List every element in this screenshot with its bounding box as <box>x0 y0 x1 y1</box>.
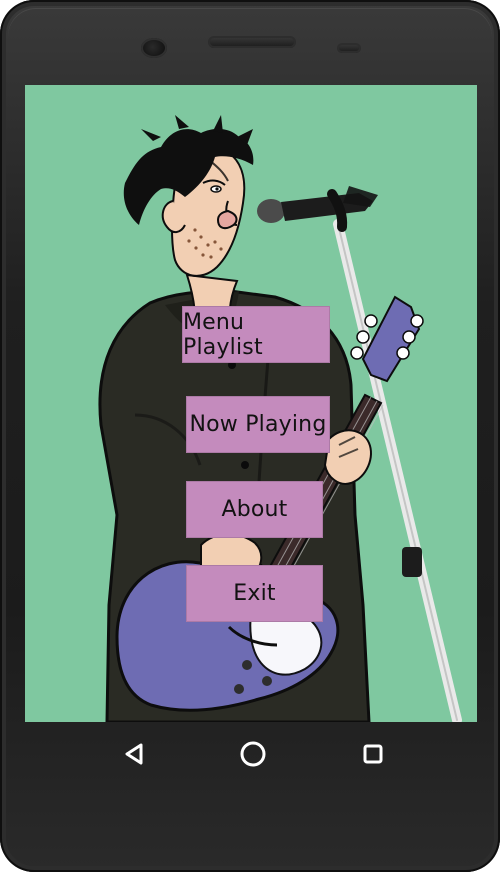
back-icon[interactable] <box>111 731 157 777</box>
app-screen: Menu Playlist Now Playing About Exit <box>25 85 477 722</box>
phone-frame: Menu Playlist Now Playing About Exit <box>0 0 500 872</box>
earpiece-speaker <box>208 36 296 48</box>
system-nav-bar <box>25 722 477 786</box>
now-playing-button[interactable]: Now Playing <box>186 396 330 453</box>
now-playing-label: Now Playing <box>189 412 327 437</box>
exit-label: Exit <box>233 581 276 606</box>
exit-button[interactable]: Exit <box>186 565 323 622</box>
front-camera <box>141 38 167 58</box>
about-button[interactable]: About <box>186 481 323 538</box>
menu-playlist-label: Menu Playlist <box>183 309 263 360</box>
about-label: About <box>221 497 288 522</box>
proximity-sensor <box>337 43 361 53</box>
home-icon[interactable] <box>230 731 276 777</box>
recents-icon[interactable] <box>350 731 396 777</box>
menu-playlist-button[interactable]: Menu Playlist <box>182 306 330 363</box>
